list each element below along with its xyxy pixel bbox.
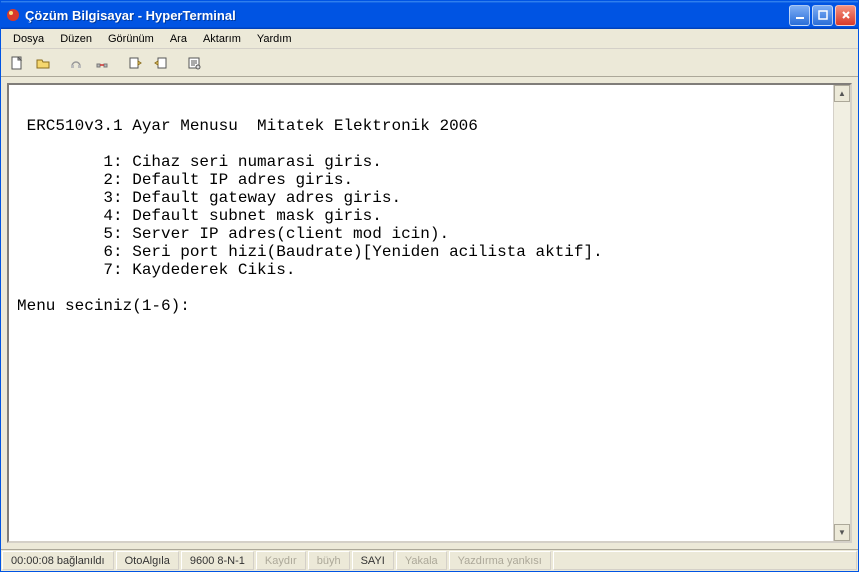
- menu-option-5: 5: Server IP adres(client mod icin).: [17, 225, 449, 243]
- properties-icon[interactable]: [184, 53, 204, 73]
- app-icon: [5, 7, 21, 23]
- statusbar: 00:00:08 bağlanıldı OtoAlgıla 9600 8-N-1…: [1, 549, 858, 571]
- menu-option-2: 2: Default IP adres giris.: [17, 171, 353, 189]
- open-icon[interactable]: [33, 53, 53, 73]
- receive-icon[interactable]: [151, 53, 171, 73]
- scroll-track[interactable]: [834, 102, 850, 524]
- minimize-button[interactable]: [789, 5, 810, 26]
- titlebar: Çözüm Bilgisayar - HyperTerminal: [1, 1, 858, 29]
- status-echo: Yazdırma yankısı: [449, 551, 551, 570]
- menu-file[interactable]: Dosya: [5, 31, 52, 47]
- terminal-frame: ERC510v3.1 Ayar Menusu Mitatek Elektroni…: [7, 83, 852, 543]
- menubar: Dosya Düzen Görünüm Ara Aktarım Yardım: [1, 29, 858, 49]
- connect-icon[interactable]: [66, 53, 86, 73]
- menu-edit[interactable]: Düzen: [52, 31, 100, 47]
- vertical-scrollbar[interactable]: ▲ ▼: [833, 85, 850, 541]
- status-connection: 00:00:08 bağlanıldı: [2, 551, 114, 570]
- status-caps: büyh: [308, 551, 350, 570]
- status-detect: OtoAlgıla: [116, 551, 179, 570]
- status-scroll: Kaydır: [256, 551, 306, 570]
- menu-help[interactable]: Yardım: [249, 31, 300, 47]
- status-port: 9600 8-N-1: [181, 551, 254, 570]
- status-conn-text: bağlanıldı: [57, 555, 105, 567]
- menu-search[interactable]: Ara: [162, 31, 195, 47]
- send-icon[interactable]: [125, 53, 145, 73]
- content-area: ERC510v3.1 Ayar Menusu Mitatek Elektroni…: [1, 77, 858, 549]
- terminal-output[interactable]: ERC510v3.1 Ayar Menusu Mitatek Elektroni…: [9, 85, 833, 541]
- menu-option-1: 1: Cihaz seri numarasi giris.: [17, 153, 382, 171]
- status-time: 00:00:08: [11, 555, 54, 567]
- menu-option-6: 6: Seri port hizi(Baudrate)[Yeniden acil…: [17, 243, 603, 261]
- terminal-header: ERC510v3.1 Ayar Menusu Mitatek Elektroni…: [17, 117, 478, 135]
- close-button[interactable]: [835, 5, 856, 26]
- menu-view[interactable]: Görünüm: [100, 31, 162, 47]
- toolbar: [1, 49, 858, 77]
- status-num: SAYI: [352, 551, 394, 570]
- status-spacer: [553, 551, 857, 570]
- scroll-up-arrow[interactable]: ▲: [834, 85, 850, 102]
- menu-transfer[interactable]: Aktarım: [195, 31, 249, 47]
- window-controls: [789, 5, 856, 26]
- disconnect-icon[interactable]: [92, 53, 112, 73]
- terminal-prompt: Menu seciniz(1-6):: [17, 297, 190, 315]
- new-icon[interactable]: [7, 53, 27, 73]
- menu-option-4: 4: Default subnet mask giris.: [17, 207, 382, 225]
- window-title: Çözüm Bilgisayar - HyperTerminal: [25, 8, 789, 23]
- scroll-down-arrow[interactable]: ▼: [834, 524, 850, 541]
- menu-option-7: 7: Kaydederek Cikis.: [17, 261, 295, 279]
- status-capture: Yakala: [396, 551, 447, 570]
- menu-option-3: 3: Default gateway adres giris.: [17, 189, 401, 207]
- maximize-button[interactable]: [812, 5, 833, 26]
